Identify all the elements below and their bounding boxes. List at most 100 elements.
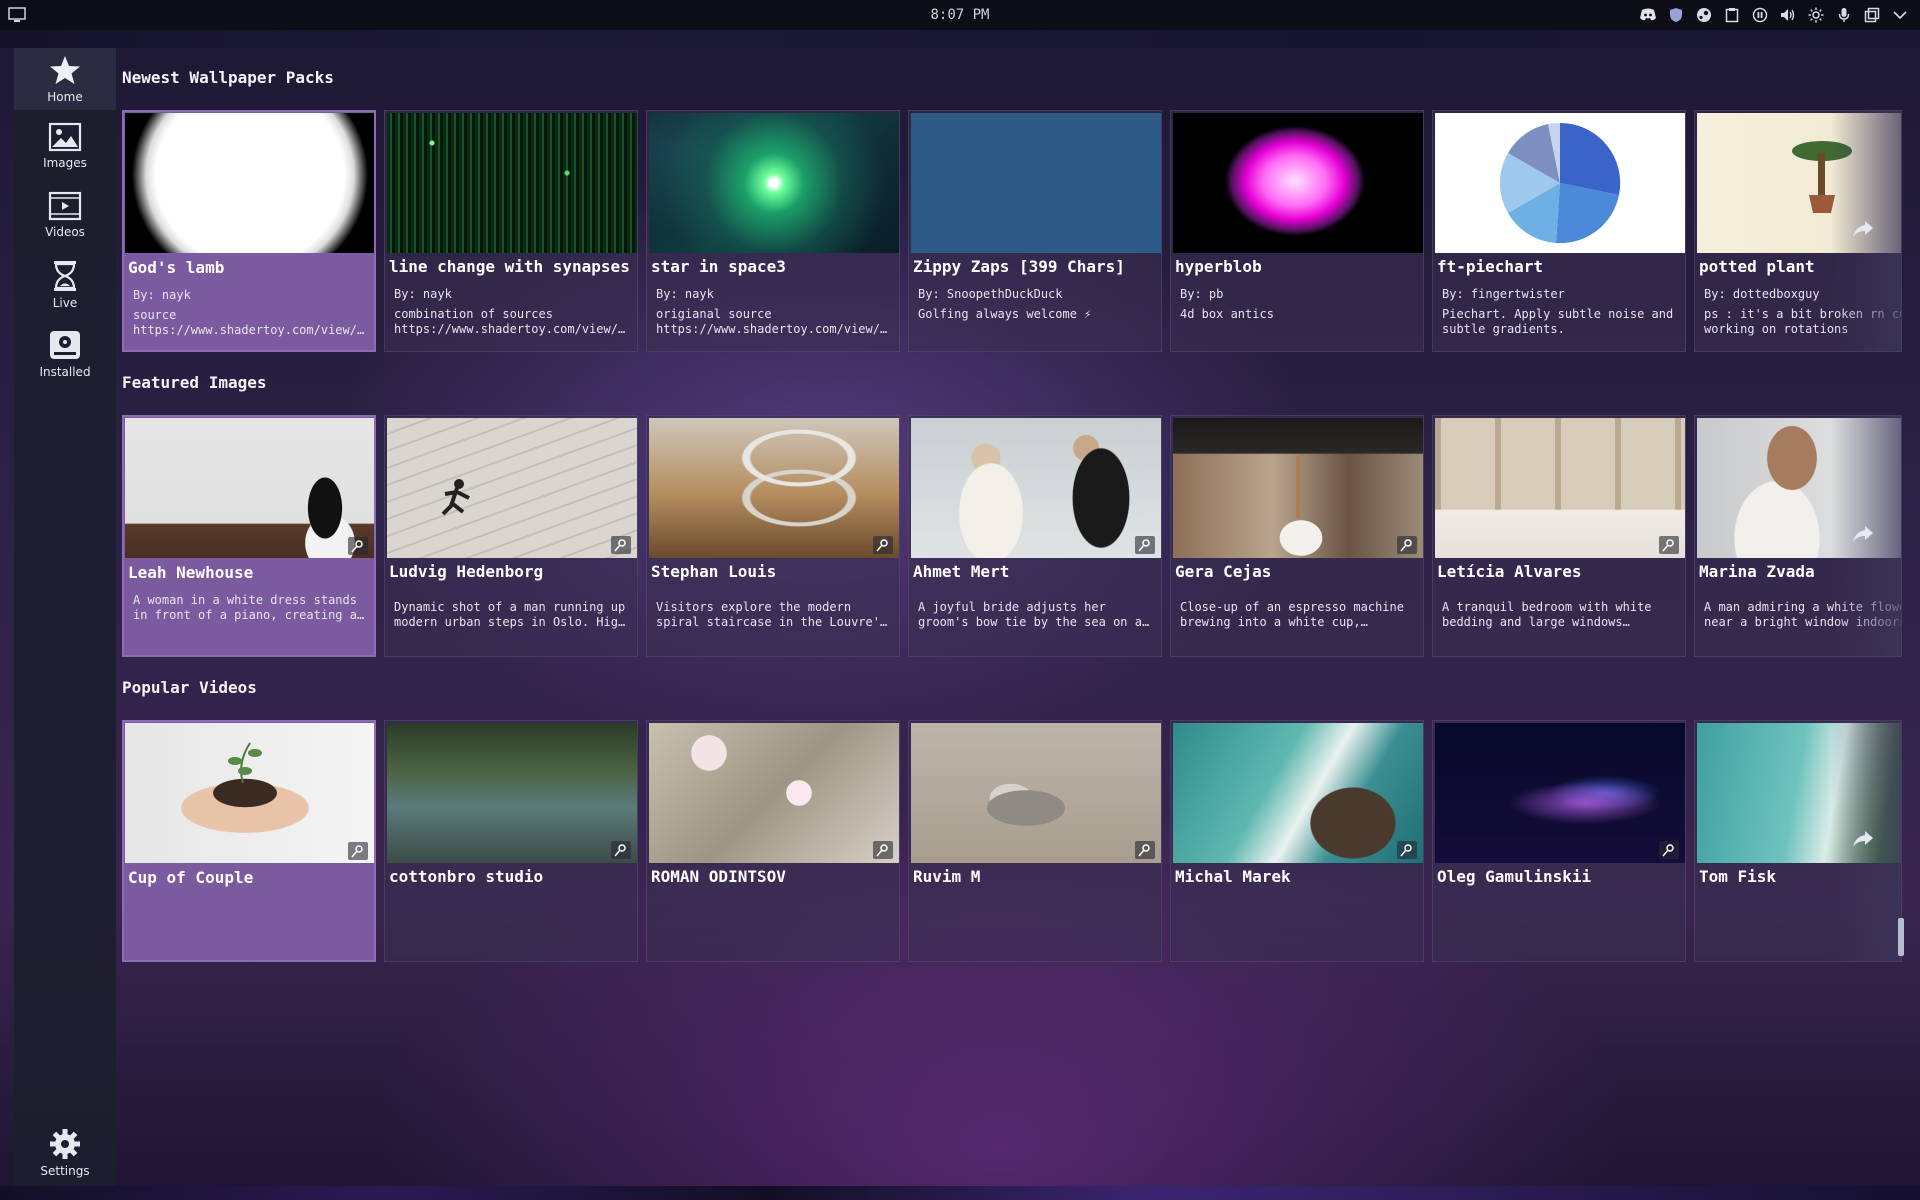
system-top-bar: 8:07 PM <box>0 0 1920 30</box>
video-card[interactable]: Michal Marek <box>1170 720 1424 962</box>
discord-icon[interactable] <box>1638 5 1658 25</box>
sidebar-item-settings[interactable]: Settings <box>14 1122 116 1188</box>
pin-icon[interactable] <box>348 842 368 860</box>
card-title: Stephan Louis <box>651 562 777 581</box>
card-description: Piechart. Apply subtle noise and subtle … <box>1442 307 1674 336</box>
card-description: A woman in a white dress stands in front… <box>133 593 357 622</box>
share-icon[interactable] <box>1851 219 1875 239</box>
card-title: Tom Fisk <box>1699 867 1777 886</box>
pack-card[interactable]: star in space3 By: nayk origianal source… <box>646 110 900 352</box>
card-title: Ahmet Mert <box>913 562 1010 581</box>
pack-thumbnail <box>1173 113 1423 253</box>
video-card[interactable]: cottonbro studio <box>384 720 638 962</box>
sidebar-item-home[interactable]: Home <box>14 48 116 110</box>
video-card[interactable]: Cup of Couple <box>122 720 376 962</box>
video-thumbnail <box>1173 723 1423 863</box>
image-card[interactable]: Letícia Alvares A tranquil bedroom with … <box>1432 415 1686 657</box>
pin-icon[interactable] <box>1659 536 1679 554</box>
video-card[interactable]: ROMAN ODINTSOV <box>646 720 900 962</box>
pin-icon[interactable] <box>873 536 893 554</box>
card-description: source https://www.shadertoy.com/view/wl… <box>133 308 369 337</box>
card-author: By: dottedboxguy <box>1704 287 1820 301</box>
card-title: Zippy Zaps [399 Chars] <box>913 257 1125 276</box>
video-thumbnail <box>387 723 637 863</box>
image-card[interactable]: Ludvig Hedenborg Dynamic shot of a man r… <box>384 415 638 657</box>
image-card[interactable]: Stephan Louis Visitors explore the moder… <box>646 415 900 657</box>
card-author: By: fingertwister <box>1442 287 1565 301</box>
microphone-icon[interactable] <box>1834 5 1854 25</box>
image-card[interactable]: Ahmet Mert A joyful bride adjusts her gr… <box>908 415 1162 657</box>
card-title: star in space3 <box>651 257 786 276</box>
card-description: Golfing always welcome ⚡ <box>918 307 1092 321</box>
card-description: Close-up of an espresso machine brewing … <box>1180 600 1404 629</box>
card-author: By: pb <box>1180 287 1224 301</box>
card-title: Ludvig Hedenborg <box>389 562 544 581</box>
image-thumbnail <box>911 418 1161 558</box>
pin-icon[interactable] <box>1135 536 1155 554</box>
chevron-down-icon[interactable] <box>1890 5 1910 25</box>
image-card[interactable]: Leah Newhouse A woman in a white dress s… <box>122 415 376 657</box>
pin-icon[interactable] <box>1135 841 1155 859</box>
clipboard-icon[interactable] <box>1722 5 1742 25</box>
section-title-popular-videos: Popular Videos <box>122 678 257 697</box>
volume-icon[interactable] <box>1778 5 1798 25</box>
hourglass-icon <box>54 261 76 291</box>
video-card[interactable]: Tom Fisk <box>1694 720 1902 962</box>
image-thumbnail <box>1173 418 1423 558</box>
card-title: Cup of Couple <box>128 868 254 887</box>
sidebar: Home Images Videos Live Installed Settin… <box>14 48 116 1186</box>
drive-icon <box>50 331 80 359</box>
star-icon <box>50 56 80 84</box>
card-title: Ruvim M <box>913 867 981 886</box>
sidebar-item-label: Images <box>43 156 87 170</box>
pack-card[interactable]: Zippy Zaps [399 Chars] By: SnoopethDuckD… <box>908 110 1162 352</box>
pin-icon[interactable] <box>611 841 631 859</box>
share-icon[interactable] <box>1851 829 1875 849</box>
card-title: ROMAN ODINTSOV <box>651 867 786 886</box>
sidebar-item-installed[interactable]: Installed <box>14 323 116 389</box>
sidebar-item-label: Live <box>52 296 78 310</box>
card-description: A joyful bride adjusts her groom's bow t… <box>918 600 1142 629</box>
sidebar-item-label: Videos <box>45 225 85 239</box>
scrollbar-thumb[interactable] <box>1898 918 1904 956</box>
window-icon[interactable] <box>1862 5 1882 25</box>
sidebar-item-images[interactable]: Images <box>14 116 116 182</box>
pack-card[interactable]: potted plant By: dottedboxguy ps : it's … <box>1694 110 1902 352</box>
video-card[interactable]: Oleg Gamulinskii <box>1432 720 1686 962</box>
card-title: Leah Newhouse <box>128 563 254 582</box>
image-card[interactable]: Gera Cejas Close-up of an espresso machi… <box>1170 415 1424 657</box>
pack-card[interactable]: hyperblob By: pb 4d box antics <box>1170 110 1424 352</box>
image-card[interactable]: Marina Zvada A man admiring a white flow… <box>1694 415 1902 657</box>
desktop-background-strip-bottom <box>0 1186 1920 1200</box>
pack-thumbnail <box>911 113 1161 253</box>
card-description: A man admiring a white flower near a bri… <box>1704 600 1902 629</box>
pack-card[interactable]: line change with synapses By: nayk combi… <box>384 110 638 352</box>
sidebar-item-label: Installed <box>39 365 91 379</box>
image-thumbnail <box>1435 418 1685 558</box>
steam-icon[interactable] <box>1694 5 1714 25</box>
video-card[interactable]: Ruvim M <box>908 720 1162 962</box>
shield-icon[interactable] <box>1666 5 1686 25</box>
sidebar-item-live[interactable]: Live <box>14 254 116 320</box>
card-description: Visitors explore the modern spiral stair… <box>656 600 888 629</box>
pin-icon[interactable] <box>1659 841 1679 859</box>
pack-thumbnail <box>387 113 637 253</box>
card-title: God's lamb <box>128 258 225 277</box>
pin-icon[interactable] <box>611 536 631 554</box>
sidebar-item-label: Settings <box>40 1164 90 1178</box>
sidebar-item-videos[interactable]: Videos <box>14 185 116 251</box>
pin-icon[interactable] <box>348 537 368 555</box>
pack-thumbnail <box>1435 113 1685 253</box>
card-title: ft-piechart <box>1437 257 1543 276</box>
gear-icon <box>50 1129 80 1159</box>
pin-icon[interactable] <box>1397 536 1417 554</box>
pack-card[interactable]: God's lamb By: nayk source https://www.s… <box>122 110 376 352</box>
pin-icon[interactable] <box>873 841 893 859</box>
pack-card[interactable]: ft-piechart By: fingertwister Piechart. … <box>1432 110 1686 352</box>
pause-icon[interactable] <box>1750 5 1770 25</box>
brightness-icon[interactable] <box>1806 5 1826 25</box>
card-author: By: nayk <box>656 287 714 301</box>
system-clock[interactable]: 8:07 PM <box>0 0 1920 30</box>
pin-icon[interactable] <box>1397 841 1417 859</box>
share-icon[interactable] <box>1851 524 1875 544</box>
